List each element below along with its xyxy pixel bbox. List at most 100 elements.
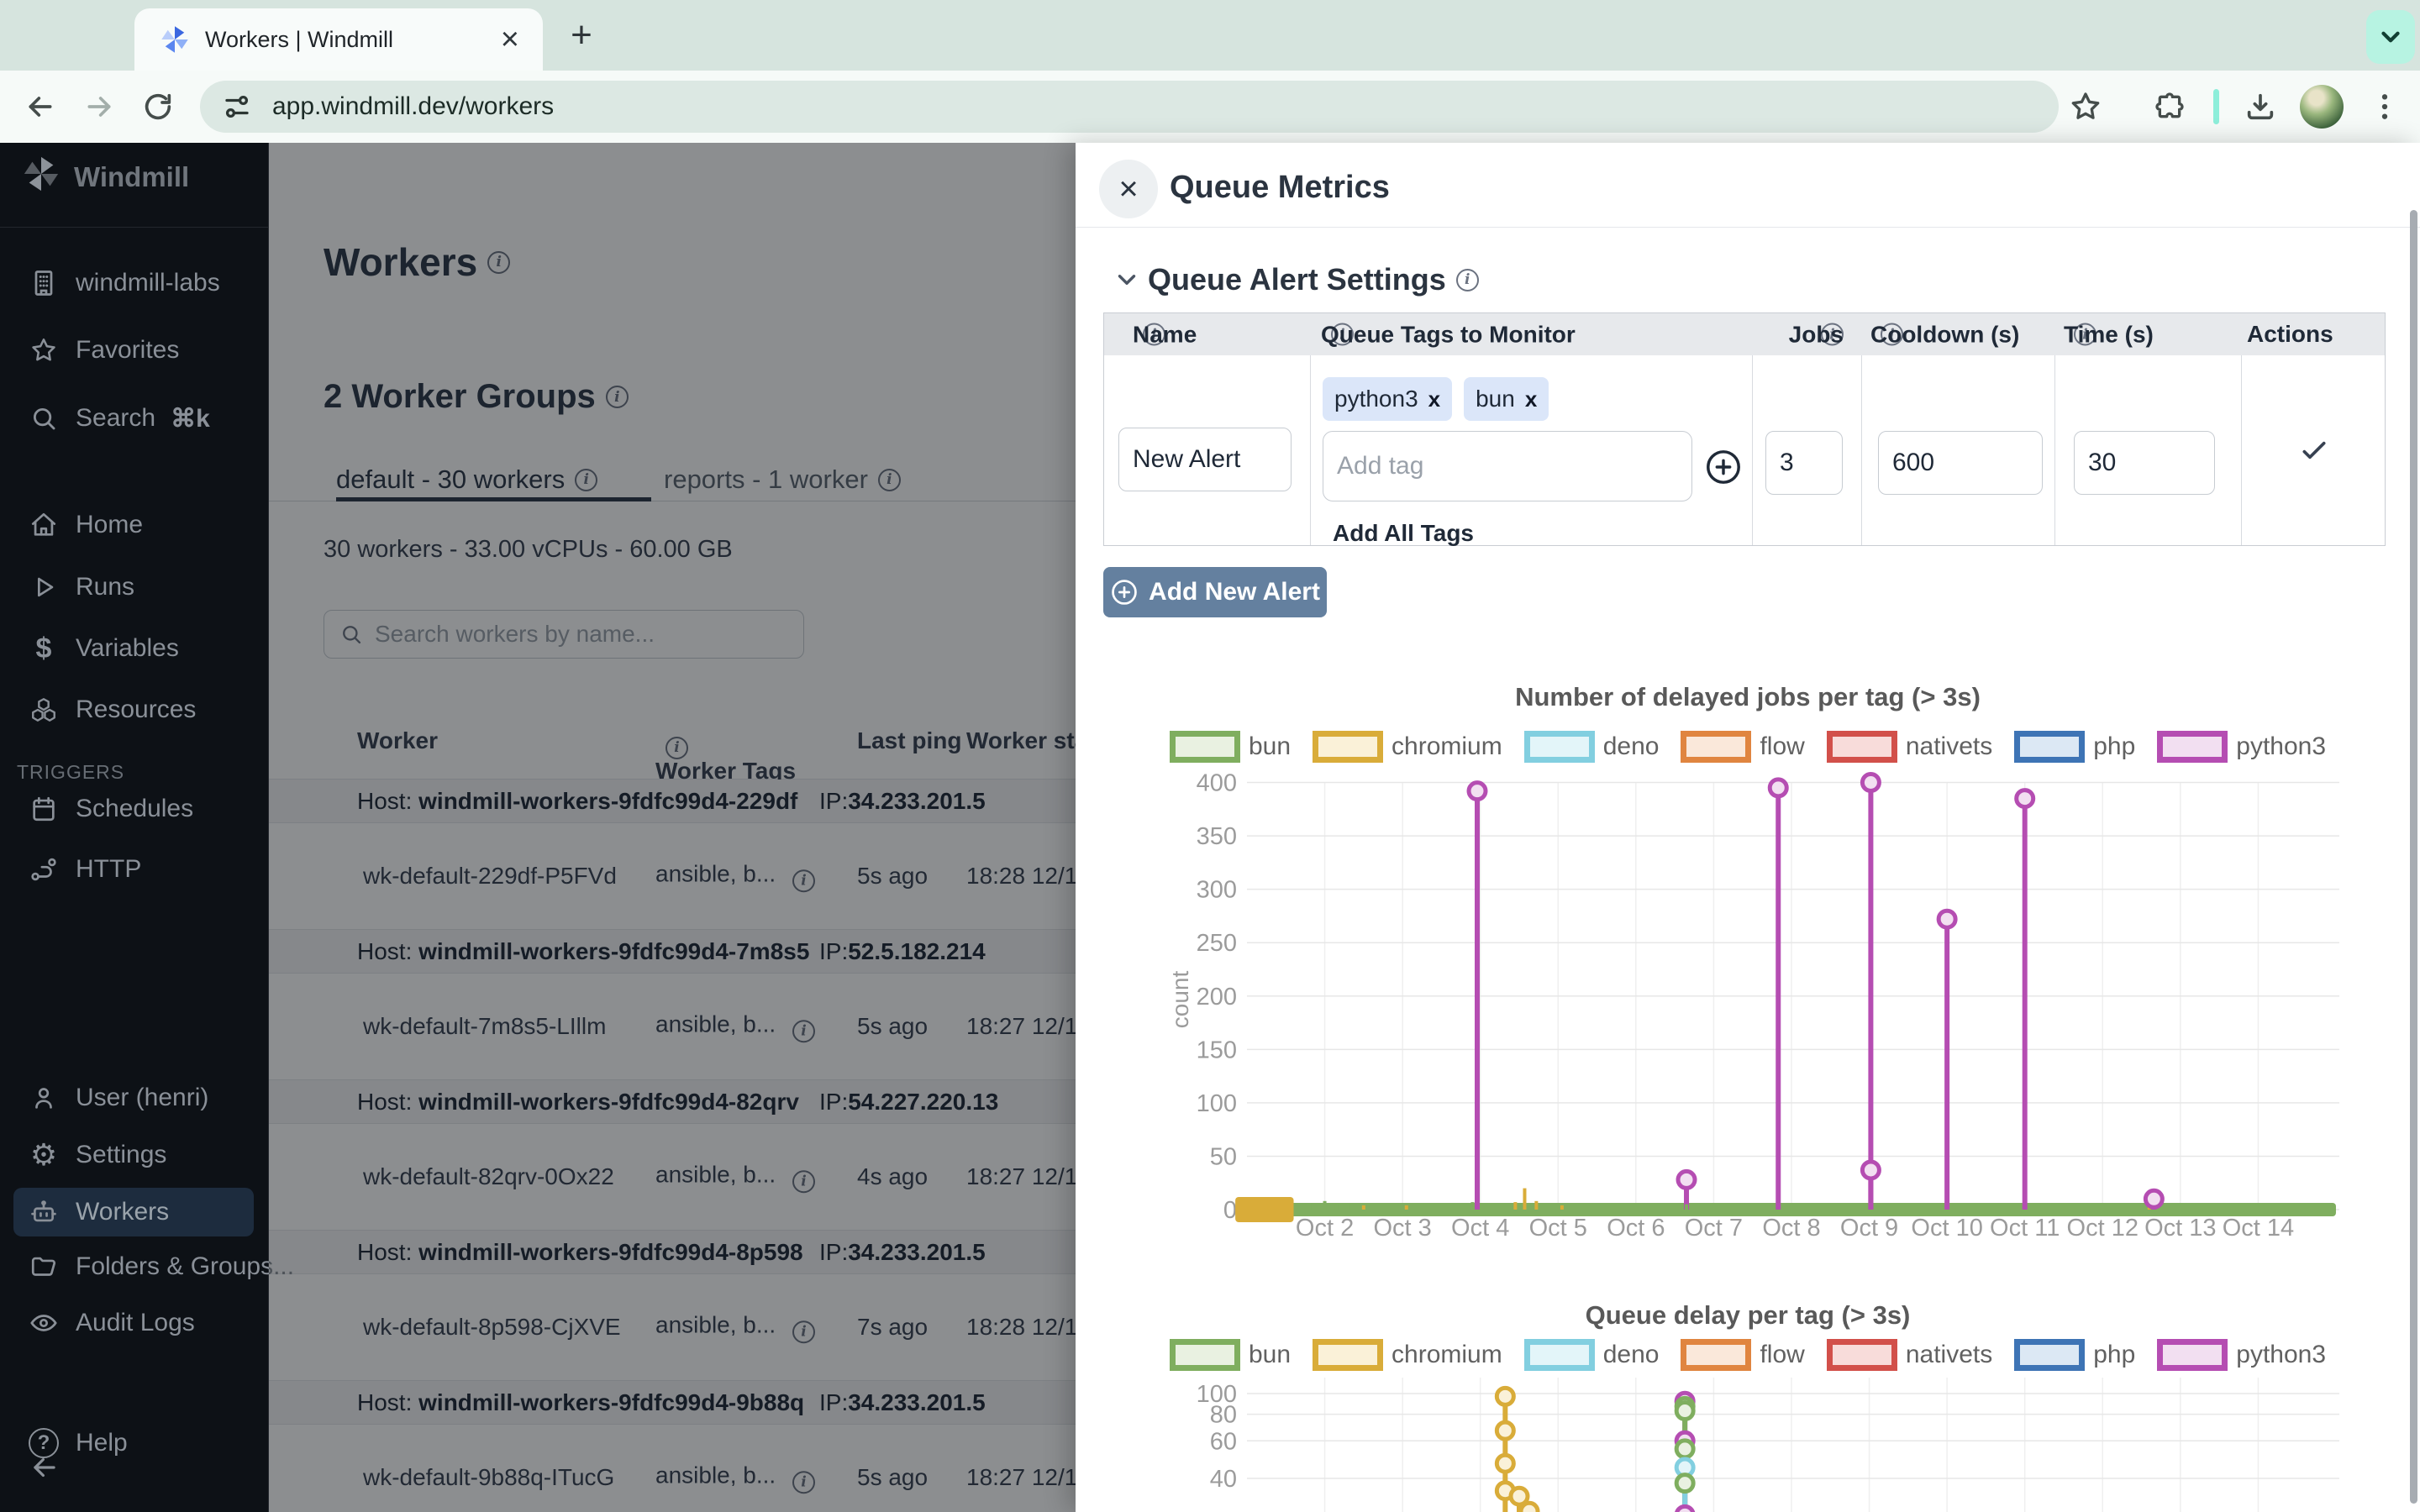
svg-text:Oct 6: Oct 6 bbox=[1607, 1215, 1665, 1242]
add-tag-input[interactable] bbox=[1323, 431, 1692, 501]
sidebar-item-audit-logs[interactable]: Audit Logs bbox=[0, 1299, 269, 1347]
new-tab-button[interactable]: + bbox=[561, 15, 602, 55]
svg-text:100: 100 bbox=[1197, 1381, 1237, 1408]
confirm-check-icon[interactable] bbox=[2297, 433, 2331, 467]
time-input[interactable] bbox=[2074, 431, 2215, 495]
legend-item-flow[interactable]: flow bbox=[1681, 731, 1804, 763]
svg-text:Oct 14: Oct 14 bbox=[2223, 1215, 2294, 1242]
tab-title: Workers | Windmill bbox=[205, 27, 494, 53]
button-label: Add New Alert bbox=[1149, 578, 1320, 606]
legend-item-php[interactable]: php bbox=[2014, 731, 2135, 763]
legend-item-deno[interactable]: deno bbox=[1524, 1339, 1660, 1371]
sidebar-item-resources[interactable]: Resources bbox=[0, 686, 269, 733]
building-icon bbox=[29, 268, 59, 298]
chevron-down-icon bbox=[1113, 265, 1141, 294]
alert-name-cell bbox=[1104, 355, 1311, 545]
site-settings-icon[interactable] bbox=[222, 92, 252, 122]
sidebar-item-home[interactable]: Home bbox=[0, 501, 269, 549]
sidebar-item-search[interactable]: Search ⌘k bbox=[0, 395, 269, 442]
queue-alert-settings-header[interactable]: Queue Alert Settings bbox=[1113, 262, 1479, 297]
sidebar-item-variables[interactable]: $ Variables bbox=[0, 625, 269, 672]
legend-item-python3[interactable]: python3 bbox=[2157, 1339, 2326, 1371]
toolbar-divider bbox=[2213, 89, 2219, 124]
add-tag-plus-icon[interactable] bbox=[1704, 448, 1743, 486]
col-name: Name bbox=[1133, 323, 1165, 346]
sidebar-item-user[interactable]: User (henri) bbox=[0, 1074, 269, 1121]
alert-cooldown-cell bbox=[1862, 355, 2055, 545]
legend-item-flow[interactable]: flow bbox=[1681, 1339, 1804, 1371]
legend-swatch bbox=[1827, 731, 1897, 763]
close-drawer-button[interactable]: × bbox=[1099, 160, 1158, 218]
bookmark-star-icon[interactable] bbox=[2069, 90, 2102, 123]
browser-menu-icon[interactable] bbox=[2368, 90, 2402, 123]
svg-text:200: 200 bbox=[1197, 984, 1237, 1011]
add-all-tags-link[interactable]: Add All Tags bbox=[1333, 520, 1474, 547]
play-icon bbox=[29, 572, 59, 602]
sidebar-item-folders[interactable]: Folders & Groups... bbox=[0, 1243, 269, 1290]
remove-tag-icon[interactable]: x bbox=[1428, 386, 1440, 412]
legend-label: bun bbox=[1249, 1341, 1291, 1369]
sidebar-item-settings[interactable]: ⚙ Settings bbox=[0, 1131, 269, 1179]
sidebar-item-schedules[interactable]: Schedules bbox=[0, 785, 269, 832]
url-text[interactable]: app.windmill.dev/workers bbox=[272, 92, 554, 121]
legend-label: nativets bbox=[1906, 1341, 1992, 1369]
window-chevron-button[interactable] bbox=[2366, 10, 2415, 64]
drawer-scrollbar[interactable] bbox=[2410, 210, 2417, 1504]
add-new-alert-button[interactable]: Add New Alert bbox=[1103, 567, 1327, 617]
browser-tab[interactable]: Workers | Windmill × bbox=[134, 8, 543, 71]
legend-item-python3[interactable]: python3 bbox=[2157, 731, 2326, 763]
sidebar-item-label: Help bbox=[76, 1429, 128, 1457]
close-icon: × bbox=[1118, 171, 1138, 208]
extensions-puzzle-icon[interactable] bbox=[2153, 90, 2186, 123]
boxes-icon bbox=[29, 695, 59, 725]
sidebar-item-label: Home bbox=[76, 511, 143, 539]
legend-swatch bbox=[1524, 731, 1595, 763]
brand-name: Windmill bbox=[74, 161, 189, 193]
legend-item-nativets[interactable]: nativets bbox=[1827, 1339, 1992, 1371]
sidebar-item-runs[interactable]: Runs bbox=[0, 564, 269, 611]
legend-item-deno[interactable]: deno bbox=[1524, 731, 1660, 763]
svg-text:Oct 10: Oct 10 bbox=[1911, 1215, 1982, 1242]
svg-text:60: 60 bbox=[1210, 1428, 1237, 1455]
legend-swatch bbox=[1170, 731, 1240, 763]
reload-icon[interactable] bbox=[141, 90, 175, 123]
search-shortcut: ⌘k bbox=[171, 404, 210, 433]
svg-text:Oct 12: Oct 12 bbox=[2067, 1215, 2139, 1242]
svg-text:50: 50 bbox=[1210, 1143, 1237, 1170]
legend-swatch bbox=[1827, 1339, 1897, 1371]
delayed-jobs-chart: 050100150200250300350400Oct 2Oct 3Oct 4O… bbox=[1168, 760, 2378, 1256]
app-frame: Windmill windmill-labs Favorites Search … bbox=[0, 143, 2420, 1512]
legend-label: nativets bbox=[1906, 732, 1992, 761]
legend-swatch bbox=[1313, 1339, 1383, 1371]
windmill-favicon bbox=[160, 24, 190, 55]
legend-item-bun[interactable]: bun bbox=[1170, 1339, 1291, 1371]
svg-text:100: 100 bbox=[1197, 1090, 1237, 1117]
profile-avatar[interactable] bbox=[2300, 85, 2344, 129]
forward-icon[interactable] bbox=[82, 90, 116, 123]
remove-tag-icon[interactable]: x bbox=[1525, 386, 1537, 412]
sidebar-item-workers[interactable]: Workers bbox=[0, 1189, 269, 1236]
sidebar-item-favorites[interactable]: Favorites bbox=[0, 327, 269, 374]
alert-name-input[interactable] bbox=[1118, 428, 1292, 491]
legend-item-chromium[interactable]: chromium bbox=[1313, 1339, 1502, 1371]
legend-item-nativets[interactable]: nativets bbox=[1827, 731, 1992, 763]
sidebar-item-label: Folders & Groups... bbox=[76, 1252, 294, 1281]
collapse-sidebar-icon[interactable] bbox=[29, 1452, 60, 1483]
url-bar[interactable]: app.windmill.dev/workers bbox=[200, 81, 2059, 133]
cooldown-input[interactable] bbox=[1878, 431, 2043, 495]
legend-item-chromium[interactable]: chromium bbox=[1313, 731, 1502, 763]
col-cooldown: Cooldown (s) bbox=[1870, 323, 1903, 346]
legend-item-bun[interactable]: bun bbox=[1170, 731, 1291, 763]
folder-icon bbox=[29, 1252, 59, 1282]
svg-text:Oct 9: Oct 9 bbox=[1840, 1215, 1898, 1242]
sidebar-item-http[interactable]: HTTP bbox=[0, 846, 269, 893]
chart2-title: Queue delay per tag (> 3s) bbox=[1076, 1300, 2420, 1331]
download-icon[interactable] bbox=[2244, 90, 2277, 123]
legend-item-php[interactable]: php bbox=[2014, 1339, 2135, 1371]
back-icon[interactable] bbox=[24, 90, 57, 123]
jobs-input[interactable] bbox=[1765, 431, 1843, 495]
info-icon[interactable] bbox=[1456, 269, 1479, 291]
tab-close-icon[interactable]: × bbox=[494, 24, 526, 55]
sidebar-item-workspace[interactable]: windmill-labs bbox=[0, 260, 269, 307]
svg-text:Oct 5: Oct 5 bbox=[1529, 1215, 1587, 1242]
